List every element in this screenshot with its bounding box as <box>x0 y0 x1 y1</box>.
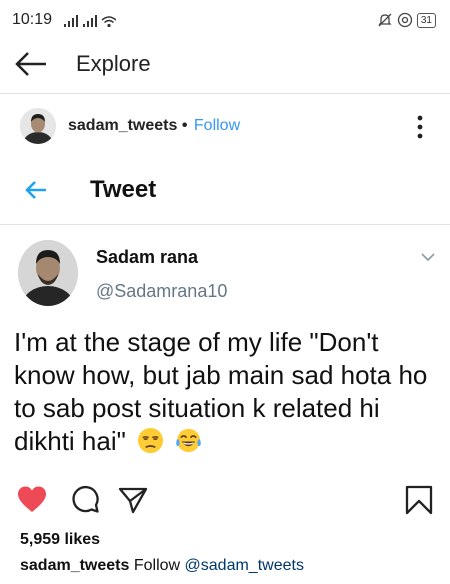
status-right: 31 <box>377 10 436 30</box>
caption: sadam_tweets Follow @sadam_tweets <box>20 557 304 575</box>
page-title: Explore <box>76 51 151 76</box>
tweet-handle: @Sadamrana10 <box>96 281 228 301</box>
caption-mention-link[interactable]: @sadam_tweets <box>185 557 304 574</box>
battery-icon: 31 <box>416 12 436 28</box>
tweet-divider <box>0 224 450 225</box>
back-arrow-icon[interactable] <box>14 50 48 78</box>
comment-icon[interactable] <box>70 485 100 515</box>
tweet-heading: Tweet <box>90 176 157 203</box>
separator-dot: • <box>177 117 192 134</box>
tweet-display-name: Sadam rana <box>96 247 199 267</box>
tweet-text: I'm at the stage of my life "Don't know … <box>14 327 428 456</box>
share-icon[interactable] <box>118 485 148 515</box>
like-heart-icon[interactable] <box>17 485 47 515</box>
tears-of-joy-face-icon <box>176 428 202 453</box>
mute-icon <box>378 13 392 27</box>
post-username[interactable]: sadam_tweets <box>68 117 177 134</box>
follow-button[interactable]: Follow <box>194 117 240 134</box>
likes-count[interactable]: 5,959 likes <box>20 531 100 549</box>
post-header: sadam_tweets • Follow <box>68 117 240 135</box>
at-icon <box>397 12 413 28</box>
chevron-down-icon <box>421 253 435 262</box>
status-time: 10:19 <box>12 11 53 28</box>
tweet-back-arrow-icon[interactable] <box>24 178 48 202</box>
tweet-text-block: I'm at the stage of my life "Don't know … <box>14 326 434 458</box>
more-options-icon[interactable] <box>410 113 430 141</box>
header-divider <box>0 93 450 94</box>
unamused-face-icon <box>138 427 164 454</box>
caption-follow-text: Follow <box>133 557 181 574</box>
tweet-avatar <box>18 240 78 306</box>
signal-icon <box>64 15 116 28</box>
bookmark-icon[interactable] <box>404 485 434 515</box>
status-bar: 10:19 31 <box>0 0 450 40</box>
caption-username[interactable]: sadam_tweets <box>20 557 129 574</box>
avatar[interactable] <box>20 108 56 144</box>
